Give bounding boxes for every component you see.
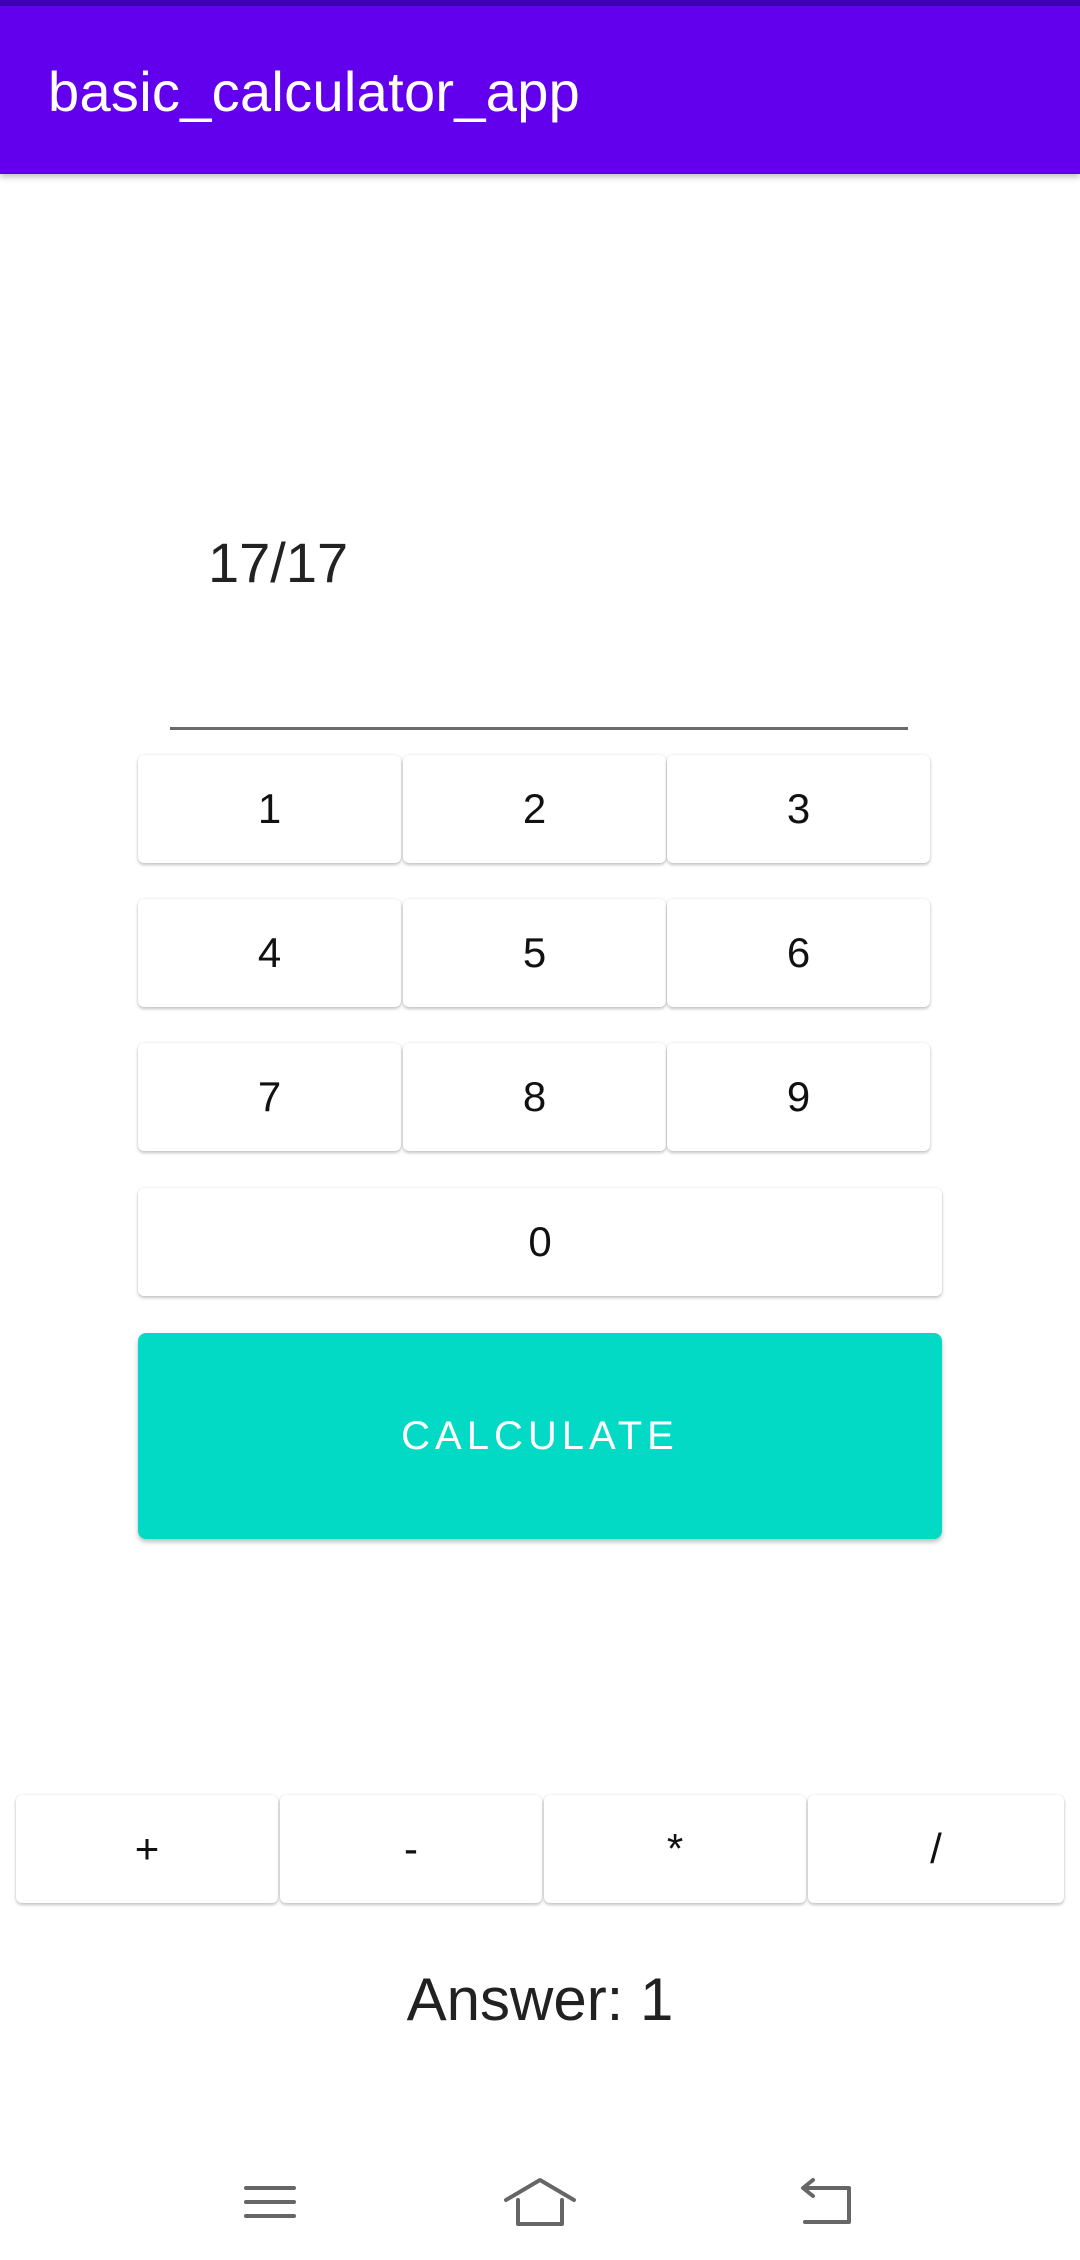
digit-button-9[interactable]: 9 bbox=[667, 1043, 930, 1151]
operator-button-minus[interactable]: - bbox=[280, 1795, 542, 1903]
calculate-button[interactable]: CALCULATE bbox=[138, 1333, 942, 1539]
answer-text: Answer: 1 bbox=[406, 1966, 674, 2033]
digit-button-0[interactable]: 0 bbox=[138, 1188, 942, 1296]
operator-button-divide[interactable]: / bbox=[808, 1795, 1064, 1903]
input-underline bbox=[170, 727, 908, 730]
digit-button-8[interactable]: 8 bbox=[403, 1043, 666, 1151]
expression-input[interactable]: 17/17 bbox=[170, 500, 908, 730]
expression-value: 17/17 bbox=[208, 531, 349, 594]
digit-button-5[interactable]: 5 bbox=[403, 899, 666, 1007]
menu-icon[interactable] bbox=[230, 2172, 310, 2232]
digit-button-4[interactable]: 4 bbox=[138, 899, 401, 1007]
home-icon[interactable] bbox=[500, 2172, 580, 2232]
digit-button-3[interactable]: 3 bbox=[667, 755, 930, 863]
operator-button-plus[interactable]: + bbox=[16, 1795, 278, 1903]
digit-button-6[interactable]: 6 bbox=[667, 899, 930, 1007]
digit-button-1[interactable]: 1 bbox=[138, 755, 401, 863]
app-title: basic_calculator_app bbox=[48, 60, 581, 123]
operator-button-multiply[interactable]: * bbox=[544, 1795, 806, 1903]
app-bar: basic_calculator_app bbox=[0, 6, 1080, 174]
back-icon[interactable] bbox=[785, 2172, 865, 2232]
digit-button-7[interactable]: 7 bbox=[138, 1043, 401, 1151]
navigation-bar bbox=[0, 2150, 1080, 2260]
digit-button-2[interactable]: 2 bbox=[403, 755, 666, 863]
